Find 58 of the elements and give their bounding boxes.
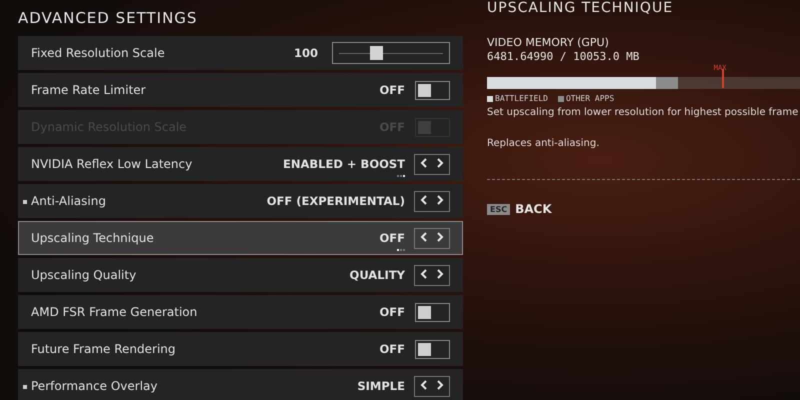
description-text: Set upscaling from lower resolution for highest possible frame — [487, 107, 800, 118]
page-title: ADVANCED SETTINGS — [18, 9, 198, 27]
option-value: SIMPLE — [357, 379, 405, 393]
setting-label: Anti-Aliasing — [31, 194, 107, 208]
chevron-left-icon — [420, 232, 427, 242]
setting-label: NVIDIA Reflex Low Latency — [31, 157, 194, 171]
esc-key-icon: ESC — [487, 204, 510, 214]
slider-thumb[interactable] — [370, 46, 383, 60]
option-stepper[interactable] — [414, 228, 450, 248]
setting-row[interactable]: Upscaling Quality QUALITY — [18, 258, 463, 292]
legend-item: BATTLEFIELD — [487, 94, 548, 103]
detail-title: UPSCALING TECHNIQUE — [487, 0, 674, 18]
chevron-right-icon — [437, 158, 444, 168]
option-stepper[interactable] — [414, 154, 450, 174]
option-value: OFF (EXPERIMENTAL) — [266, 194, 405, 208]
setting-label: Future Frame Rendering — [31, 342, 177, 356]
memory-label: VIDEO MEMORY (GPU) — [487, 36, 610, 49]
option-stepper[interactable] — [414, 190, 450, 212]
setting-row[interactable]: AMD FSR Frame Generation OFF — [18, 295, 463, 329]
setting-row[interactable]: Future Frame Rendering OFF — [18, 332, 463, 366]
setting-label: Upscaling Quality — [31, 268, 138, 282]
toggle-value: OFF — [380, 342, 405, 356]
option-stepper[interactable] — [414, 376, 450, 396]
toggle-switch[interactable] — [415, 80, 450, 100]
setting-row[interactable]: Upscaling Technique OFF — [18, 221, 463, 255]
legend-item: OTHER APPS — [558, 94, 614, 103]
setting-label: Fixed Resolution Scale — [31, 46, 166, 60]
chevron-left-icon — [420, 195, 427, 205]
setting-label: Performance Overlay — [31, 379, 159, 393]
toggle-value: OFF — [380, 305, 405, 319]
chevron-left-icon — [420, 380, 427, 390]
setting-label: AMD FSR Frame Generation — [31, 305, 198, 319]
option-stepper[interactable] — [414, 264, 450, 286]
chevron-left-icon — [420, 158, 427, 168]
chevron-right-icon — [437, 232, 444, 242]
setting-row[interactable]: NVIDIA Reflex Low Latency ENABLED + BOOST — [18, 147, 463, 181]
setting-row[interactable]: Frame Rate Limiter OFF — [18, 73, 463, 107]
chevron-right-icon — [437, 195, 444, 205]
setting-row[interactable]: Performance Overlay SIMPLE — [18, 369, 463, 400]
setting-label: Upscaling Technique — [31, 231, 155, 245]
chevron-left-icon — [420, 269, 427, 279]
toggle-switch[interactable] — [415, 302, 450, 322]
setting-row[interactable]: Fixed Resolution Scale 100 — [18, 36, 463, 70]
setting-row[interactable]: Anti-Aliasing OFF (EXPERIMENTAL) — [18, 184, 463, 218]
back-button[interactable]: ESC BACK — [487, 202, 552, 216]
memory-reading: 6481.64990 / 10053.0 MB — [487, 50, 640, 63]
slider[interactable] — [332, 42, 450, 64]
option-value: ENABLED + BOOST — [283, 157, 405, 171]
setting-label: Frame Rate Limiter — [31, 83, 147, 97]
option-value: OFF — [380, 231, 405, 245]
chevron-right-icon — [437, 269, 444, 279]
description-text: Replaces anti-aliasing. — [487, 138, 600, 149]
option-value: QUALITY — [350, 268, 405, 282]
toggle-value: OFF — [380, 83, 405, 97]
slider-value: 100 — [294, 46, 318, 60]
toggle-switch[interactable] — [415, 340, 450, 358]
max-marker — [722, 69, 724, 88]
chevron-right-icon — [437, 380, 444, 390]
